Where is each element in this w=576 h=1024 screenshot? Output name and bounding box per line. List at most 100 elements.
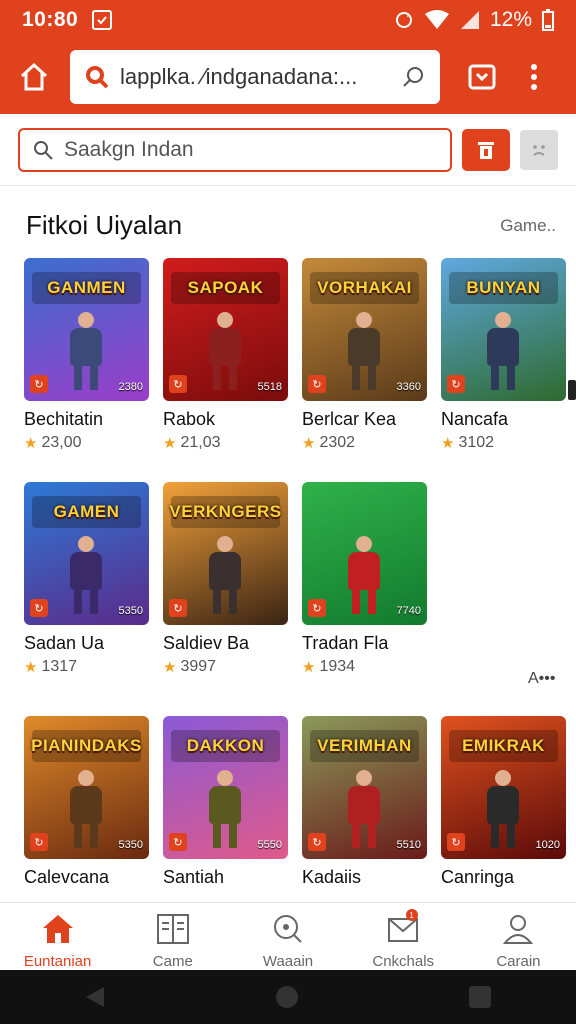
game-logo-text — [310, 496, 419, 528]
game-card[interactable]: VORHAKAI ↻ 3360 Berlcar Kea ★ 2302 — [302, 258, 427, 452]
hero-head — [356, 536, 372, 552]
game-title[interactable]: Sadan Ua — [24, 633, 149, 654]
game-thumbnail[interactable]: BUNYAN ↻ — [441, 258, 566, 401]
game-card[interactable]: VERKNGERS ↻ Saldiev Ba ★ 3997 — [163, 482, 288, 676]
game-card[interactable]: PIANINDAKS ↻ 5350 Calevcana — [24, 716, 149, 888]
play-badge-icon: ↻ — [169, 833, 187, 851]
nav-item-0[interactable]: Euntanian — [0, 903, 115, 970]
url-bar[interactable]: lapplka. ⁄indganadana:... — [70, 50, 440, 104]
recents-icon[interactable] — [468, 985, 492, 1009]
game-hero-figure — [64, 770, 108, 850]
game-rating: ★ 2302 — [302, 434, 427, 452]
back-icon[interactable] — [84, 985, 106, 1009]
nav-item-1[interactable]: Came — [115, 903, 230, 970]
game-title[interactable]: Calevcana — [24, 867, 149, 888]
star-icon: ★ — [24, 659, 38, 676]
hero-legs — [74, 822, 98, 848]
site-search-input[interactable]: Saakgn Indan — [18, 127, 453, 172]
nav-label: Waaain — [262, 953, 314, 970]
home-button[interactable] — [14, 57, 54, 97]
game-card[interactable]: DAKKON ↻ 5550 Santiah — [163, 716, 288, 888]
hero-body — [70, 328, 102, 366]
home-icon — [20, 62, 48, 91]
game-card[interactable]: GAMEN ↻ 5350 Sadan Ua ★ 1317 — [24, 482, 149, 676]
game-count: 5518 — [257, 381, 282, 393]
overflow-menu-button[interactable] — [514, 57, 554, 97]
hero-legs — [74, 364, 98, 390]
game-title[interactable]: Kadaiis — [302, 867, 427, 888]
play-badge-icon: ↻ — [447, 833, 465, 851]
user-icon — [501, 913, 535, 949]
play-badge-icon: ↻ — [30, 833, 48, 851]
game-card[interactable]: GANMEN ↻ 2380 Bechitatin ★ 23,00 — [24, 258, 149, 452]
play-badge-icon: ↻ — [447, 375, 465, 393]
game-title[interactable]: Berlcar Kea — [302, 409, 427, 430]
nav-label: Came — [152, 953, 193, 970]
game-thumbnail[interactable]: EMIKRAK ↻ 1020 — [441, 716, 566, 859]
game-row: GANMEN ↻ 2380 Bechitatin ★ 23,00 SAPOAK ↻ 5518 Ra… — [24, 258, 566, 452]
game-card[interactable]: VERIMHAN ↻ 5510 Kadaiis — [302, 716, 427, 888]
star-icon: ★ — [163, 435, 177, 452]
game-title[interactable]: Tradan Fla — [302, 633, 427, 654]
signal-icon — [460, 11, 479, 29]
hero-head — [356, 312, 372, 328]
status-time: 10:80 — [22, 8, 79, 31]
game-title[interactable]: Bechitatin — [24, 409, 149, 430]
game-thumbnail[interactable]: GANMEN ↻ 2380 — [24, 258, 149, 401]
game-thumbnail[interactable]: GAMEN ↻ 5350 — [24, 482, 149, 625]
game-rating: ★ 23,00 — [24, 434, 149, 452]
game-thumbnail[interactable]: DAKKON ↻ 5550 — [163, 716, 288, 859]
hero-head — [356, 770, 372, 786]
game-count: 7740 — [396, 605, 421, 617]
next-card-edge — [568, 380, 576, 400]
star-icon: ★ — [302, 659, 316, 676]
more-link[interactable]: A••• — [528, 670, 555, 688]
tabs-button[interactable] — [462, 57, 502, 97]
search-icon — [86, 66, 109, 89]
hero-legs — [491, 822, 515, 848]
game-title[interactable]: Canringa — [441, 867, 566, 888]
game-card[interactable]: EMIKRAK ↻ 1020 Canringa — [441, 716, 566, 888]
hero-legs — [352, 822, 376, 848]
hero-body — [348, 328, 380, 366]
hero-legs — [491, 364, 515, 390]
game-hero-figure — [203, 536, 247, 616]
game-thumbnail[interactable]: VERKNGERS ↻ — [163, 482, 288, 625]
nav-label: Carain — [496, 953, 541, 970]
play-badge-icon: ↻ — [30, 599, 48, 617]
game-thumbnail[interactable]: ↻ 7740 — [302, 482, 427, 625]
section-more-link[interactable]: Game.. — [500, 216, 556, 236]
game-thumbnail[interactable]: PIANINDAKS ↻ 5350 — [24, 716, 149, 859]
notification-check-icon — [92, 10, 113, 30]
home-circle-icon[interactable] — [274, 984, 300, 1010]
avatar-button[interactable] — [520, 129, 558, 170]
sync-icon — [395, 12, 412, 28]
game-thumbnail[interactable]: VERIMHAN ↻ 5510 — [302, 716, 427, 859]
lens-icon[interactable] — [402, 65, 426, 89]
game-card[interactable]: SAPOAK ↻ 5518 Rabok ★ 21,03 — [163, 258, 288, 452]
hero-head — [495, 312, 511, 328]
game-title[interactable]: Nancafa — [441, 409, 566, 430]
game-thumbnail[interactable]: SAPOAK ↻ 5518 — [163, 258, 288, 401]
nav-item-3[interactable]: 1 Cnkchals — [346, 903, 461, 970]
bottom-nav: Euntanian Came Waaain 1 Cnkchals Carain — [0, 902, 576, 970]
rating-value: 2302 — [319, 434, 356, 451]
status-icons: 12% — [394, 8, 554, 32]
rating-value: 1934 — [319, 658, 356, 675]
game-title[interactable]: Santiah — [163, 867, 288, 888]
game-title[interactable]: Saldiev Ba — [163, 633, 288, 654]
rating-value: 21,03 — [180, 434, 221, 451]
trash-button[interactable] — [462, 128, 511, 171]
game-thumbnail[interactable]: VORHAKAI ↻ 3360 — [302, 258, 427, 401]
tab-switcher-icon — [468, 64, 496, 90]
nav-item-4[interactable]: Carain — [461, 903, 576, 970]
search-icon — [271, 913, 305, 949]
nav-item-2[interactable]: Waaain — [230, 903, 345, 970]
game-card[interactable]: BUNYAN ↻ Nancafa ★ 3102 — [441, 258, 566, 452]
game-hero-figure — [342, 536, 386, 616]
game-card[interactable]: ↻ 7740 Tradan Fla ★ 1934 — [302, 482, 427, 676]
game-title[interactable]: Rabok — [163, 409, 288, 430]
section-title: Fitkoi Uiyalan — [26, 210, 183, 240]
game-hero-figure — [64, 312, 108, 392]
app-root: 10:80 12% lapplka. ⁄indganadana:... Saak… — [0, 0, 576, 1024]
